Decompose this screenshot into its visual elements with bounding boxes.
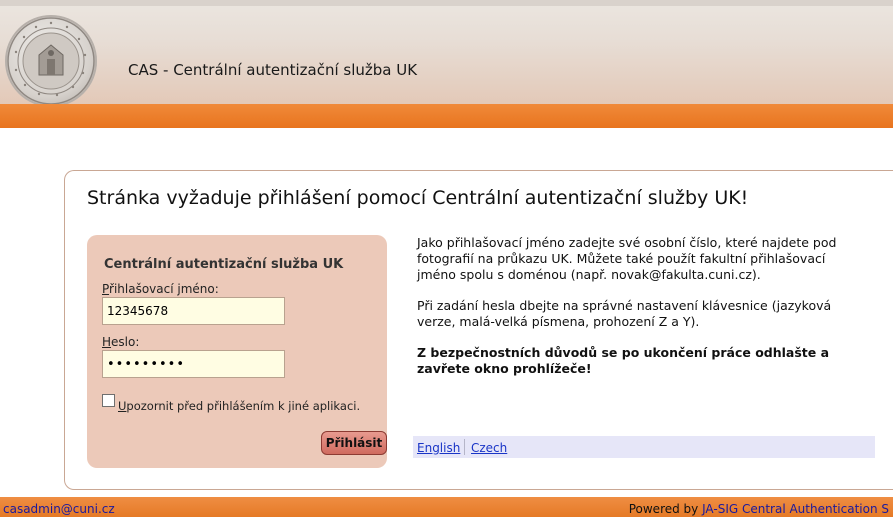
username-label: Přihlašovací jméno: xyxy=(102,282,219,296)
footer-cas-link[interactable]: JA-SIG Central Authentication S xyxy=(702,502,889,516)
header: CAS - Centrální autentizační služba UK xyxy=(0,0,893,107)
header-orange-stripe xyxy=(0,104,893,128)
language-link-english[interactable]: English xyxy=(417,441,460,455)
password-label-accesskey: H xyxy=(102,335,112,349)
footer-powered-prefix: Powered by xyxy=(628,502,703,516)
language-separator xyxy=(464,439,465,455)
remember-label-text: pozornit před přihlášením k jiné aplikac… xyxy=(126,399,361,413)
page-heading: Stránka vyžaduje přihlášení pomocí Centr… xyxy=(87,187,749,209)
footer-powered-by: Powered by JA-SIG Central Authentication… xyxy=(629,502,889,516)
app-title: CAS - Centrální autentizační služba UK xyxy=(128,61,418,79)
password-label-text: eslo: xyxy=(111,335,140,349)
main-panel: Stránka vyžaduje přihlášení pomocí Centr… xyxy=(64,170,893,490)
username-input[interactable] xyxy=(102,297,285,325)
username-label-accesskey: P xyxy=(102,282,110,296)
remember-checkbox[interactable] xyxy=(102,394,115,407)
info-paragraph-password: Při zadání hesla dbejte na správné nasta… xyxy=(417,298,832,329)
username-label-text: řihlašovací jméno: xyxy=(109,282,219,296)
footer: casadmin@cuni.cz Powered by JA-SIG Centr… xyxy=(0,497,893,517)
password-input[interactable] xyxy=(102,350,285,378)
security-warning: Z bezpečnostních důvodů se po ukončení p… xyxy=(417,345,830,376)
language-bar: English Czech xyxy=(413,436,875,458)
login-box-title: Centrální autentizační služba UK xyxy=(104,257,344,272)
footer-admin-email-link[interactable]: casadmin@cuni.cz xyxy=(3,502,115,516)
password-label: Heslo: xyxy=(102,335,139,349)
language-link-czech[interactable]: Czech xyxy=(471,441,507,455)
header-top-line xyxy=(0,0,893,6)
login-box: Centrální autentizační služba UK Přihlaš… xyxy=(87,235,387,468)
remember-label[interactable]: Upozornit před přihlášením k jiné aplika… xyxy=(118,399,360,413)
university-seal-logo xyxy=(5,15,97,107)
info-text: Jako přihlašovací jméno zadejte své osob… xyxy=(417,235,867,392)
info-paragraph-username: Jako přihlašovací jméno zadejte své osob… xyxy=(417,235,837,282)
login-button[interactable]: Přihlásit xyxy=(321,431,387,455)
